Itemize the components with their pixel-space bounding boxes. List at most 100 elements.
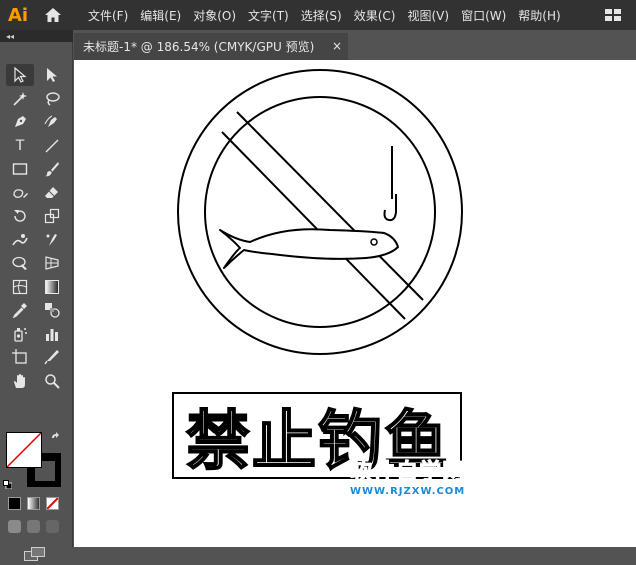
warp-tool[interactable] xyxy=(6,229,34,251)
draw-inside-button[interactable] xyxy=(46,520,59,533)
illustrator-logo: Ai xyxy=(7,4,29,26)
menu-file[interactable]: 文件(F) xyxy=(82,7,134,24)
fill-none-slash-icon xyxy=(7,433,41,467)
direct-selection-tool[interactable] xyxy=(38,64,66,86)
menu-view[interactable]: 视图(V) xyxy=(401,7,455,24)
puppet-warp-tool[interactable] xyxy=(38,229,66,251)
document-tab[interactable]: 未标题-1* @ 186.54% (CMYK/GPU 预览) × xyxy=(74,33,348,60)
tool-grid: T xyxy=(6,64,68,393)
watermark: 软件自学网 WWW.RJZXW.COM xyxy=(350,454,466,498)
watermark-title: 软件自学网 xyxy=(350,460,466,486)
draw-normal-button[interactable] xyxy=(8,520,21,533)
tools-panel: ◂◂ T xyxy=(0,30,73,561)
fish[interactable] xyxy=(219,228,399,269)
eyedropper-icon xyxy=(12,303,27,318)
paintbrush-icon xyxy=(45,162,59,177)
prohibition-slash-lower[interactable] xyxy=(221,131,406,320)
menu-bar: Ai 文件(F) 编辑(E) 对象(O) 文字(T) 选择(S) 效果(C) 视… xyxy=(0,0,636,30)
shape-builder-icon xyxy=(12,256,27,270)
pen-icon xyxy=(15,116,26,127)
puppet-warp-icon xyxy=(46,233,57,246)
symbol-sprayer-tool[interactable] xyxy=(6,323,34,345)
shaper-tool[interactable] xyxy=(6,182,34,204)
none-button[interactable] xyxy=(46,497,59,510)
menu-select[interactable]: 选择(S) xyxy=(295,7,348,24)
rectangle-icon xyxy=(12,163,28,175)
gradient-icon xyxy=(45,279,59,294)
curvature-tool[interactable] xyxy=(38,111,66,133)
eraser-icon xyxy=(45,186,58,198)
eraser-tool[interactable] xyxy=(38,182,66,204)
document-tab-bar: 未标题-1* @ 186.54% (CMYK/GPU 预览) × xyxy=(74,30,636,60)
swap-fill-stroke-icon[interactable] xyxy=(50,432,62,447)
home-button[interactable] xyxy=(36,0,70,30)
document-tab-title: 未标题-1* @ 186.54% (CMYK/GPU 预览) xyxy=(83,40,315,54)
blend-icon xyxy=(45,303,60,318)
watermark-url: WWW.RJZXW.COM xyxy=(350,486,466,497)
sign-outer-circle[interactable] xyxy=(177,69,463,355)
screen-mode-icon xyxy=(24,547,45,561)
perspective-grid-tool[interactable] xyxy=(38,252,66,274)
hand-icon xyxy=(14,373,25,388)
magic-wand-icon xyxy=(13,91,27,106)
color-button[interactable] xyxy=(8,497,21,510)
selection-arrow-icon xyxy=(14,67,27,83)
menu-help[interactable]: 帮助(H) xyxy=(512,7,566,24)
slice-knife-icon xyxy=(44,350,59,365)
menu-effect[interactable]: 效果(C) xyxy=(348,7,402,24)
home-icon xyxy=(45,8,61,22)
rotate-icon xyxy=(14,210,26,222)
shape-builder-tool[interactable] xyxy=(6,252,34,274)
artboard-canvas[interactable]: 禁止钓鱼 软件自学网 WWW.RJZXW.COM xyxy=(74,60,636,547)
color-mode-row xyxy=(8,497,59,510)
magic-wand-tool[interactable] xyxy=(6,88,34,110)
mesh-icon xyxy=(12,279,28,294)
perspective-grid-icon xyxy=(45,256,59,270)
draw-behind-button[interactable] xyxy=(27,520,40,533)
line-segment-icon xyxy=(45,139,59,152)
column-graph-tool[interactable] xyxy=(38,323,66,345)
pen-tool[interactable] xyxy=(6,111,34,133)
menu-object[interactable]: 对象(O) xyxy=(187,7,242,24)
workspace-switcher[interactable] xyxy=(590,0,636,30)
menu-edit[interactable]: 编辑(E) xyxy=(134,7,187,24)
eyedropper-tool[interactable] xyxy=(6,299,34,321)
fishing-hook[interactable] xyxy=(383,194,397,222)
fill-stroke-control xyxy=(3,432,68,492)
artboard-tool[interactable] xyxy=(6,346,34,368)
artboard-icon xyxy=(12,349,27,364)
paintbrush-tool[interactable] xyxy=(38,158,66,180)
drawing-modes-row xyxy=(8,520,59,533)
symbol-sprayer-icon xyxy=(14,327,27,342)
warp-icon xyxy=(12,233,28,245)
sign-inner-circle[interactable] xyxy=(204,96,436,328)
selection-tool[interactable] xyxy=(6,64,34,86)
mesh-tool[interactable] xyxy=(6,276,34,298)
gradient-tool[interactable] xyxy=(38,276,66,298)
column-graph-icon xyxy=(46,328,58,341)
fill-swatch[interactable] xyxy=(6,432,42,468)
main-menu: 文件(F) 编辑(E) 对象(O) 文字(T) 选择(S) 效果(C) 视图(V… xyxy=(82,7,567,24)
scale-tool[interactable] xyxy=(38,205,66,227)
fish-eye[interactable] xyxy=(370,238,378,246)
rectangle-tool[interactable] xyxy=(6,158,34,180)
default-fill-stroke-icon[interactable] xyxy=(3,474,13,490)
lasso-tool[interactable] xyxy=(38,88,66,110)
lasso-icon xyxy=(46,91,60,106)
gradient-button[interactable] xyxy=(27,497,40,510)
workspace-grid-icon xyxy=(605,9,621,21)
slice-tool[interactable] xyxy=(38,346,66,368)
menu-type[interactable]: 文字(T) xyxy=(242,7,295,24)
type-tool[interactable]: T xyxy=(6,135,34,157)
line-segment-tool[interactable] xyxy=(38,135,66,157)
scale-icon xyxy=(44,208,60,224)
hand-tool[interactable] xyxy=(6,370,34,392)
screen-mode-button[interactable] xyxy=(24,546,46,561)
blend-tool[interactable] xyxy=(38,299,66,321)
zoom-tool[interactable] xyxy=(38,370,66,392)
collapse-panel-button[interactable]: ◂◂ xyxy=(0,30,73,42)
close-tab-icon[interactable]: × xyxy=(332,39,342,53)
menu-window[interactable]: 窗口(W) xyxy=(455,7,512,24)
shaper-icon xyxy=(13,188,28,198)
rotate-tool[interactable] xyxy=(6,205,34,227)
